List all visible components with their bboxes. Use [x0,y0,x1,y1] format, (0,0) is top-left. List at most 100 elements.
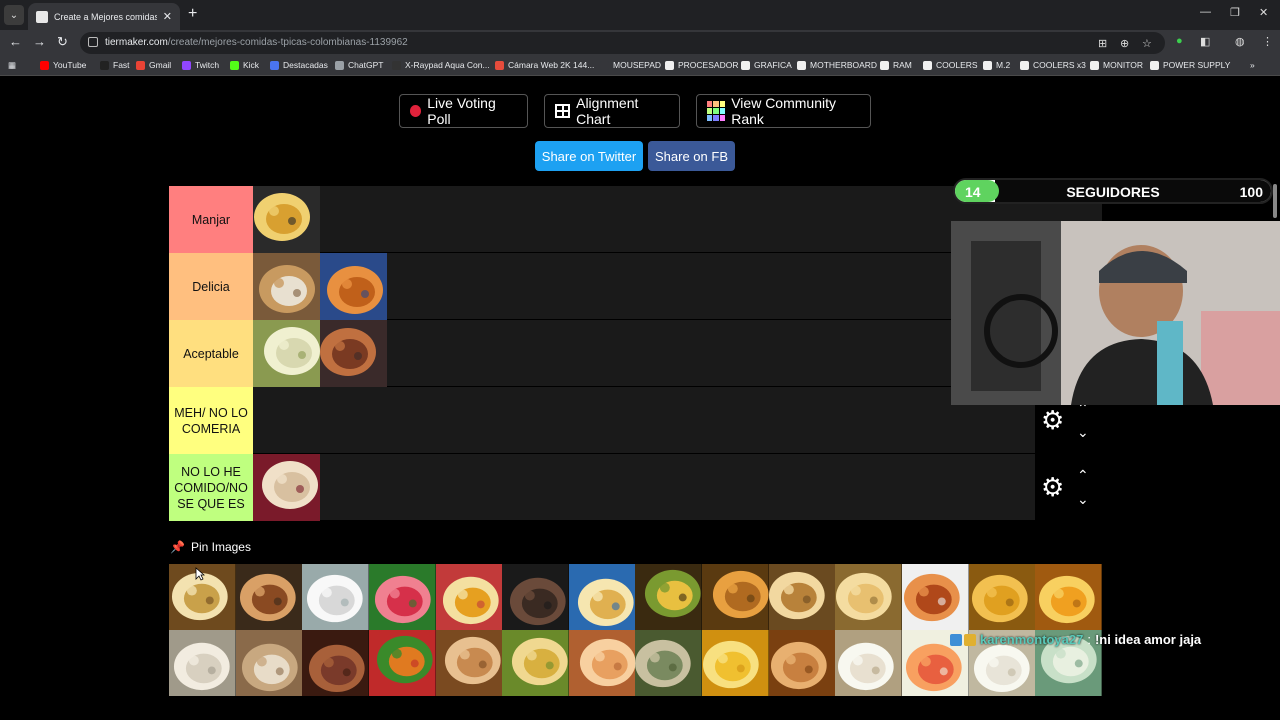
chevron-up-icon[interactable]: ⌃ [1077,468,1089,482]
site-info-icon[interactable] [88,37,98,47]
bookmark-item[interactable]: ChatGPT [335,60,383,70]
extensions-puzzle-icon[interactable]: ◧ [1200,35,1210,48]
badge-icon [950,633,962,646]
address-bar[interactable]: tiermaker.com/create/mejores-comidas-tpi… [80,32,1165,54]
reload-icon[interactable]: ↻ [57,34,68,50]
profile-icon[interactable]: ◍ [1235,35,1245,48]
bookmark-item[interactable]: MONITOR [1090,60,1143,70]
food-image-tamal[interactable] [768,630,836,696]
bookmark-item[interactable]: MOUSEPAD [600,60,661,70]
bookmark-item[interactable]: RAM [880,60,912,70]
food-image-roast-pork[interactable] [320,320,387,387]
view-community-rank-button[interactable]: View Community Rank [696,94,871,128]
bookmark-item[interactable]: YouTube [40,60,86,70]
food-image-sancocho[interactable] [253,320,320,387]
share-fb-button[interactable]: Share on FB [648,141,735,171]
extension-green-icon[interactable]: ● [1176,35,1183,47]
bookmark-label: ChatGPT [348,60,384,70]
food-image-water-glass[interactable] [302,564,369,630]
bookmark-favicon-icon [40,60,49,70]
bookmark-item[interactable]: POWER SUPPLY [1150,60,1230,70]
food-image-milk-drink[interactable] [235,630,303,696]
food-image-fried-snack[interactable] [702,564,769,630]
food-image-juice[interactable] [702,630,769,696]
tier-label[interactable]: NO LO HE COMIDO/NO SE QUE ES [169,454,253,521]
maximize-icon[interactable]: ❐ [1230,6,1240,19]
minimize-icon[interactable]: — [1200,6,1211,18]
bookmark-item[interactable]: COOLERS x3 [1020,60,1086,70]
page-scrollbar-thumb[interactable] [1273,184,1277,218]
food-image-tea[interactable] [901,564,969,630]
pin-images-label: Pin Images [190,540,251,554]
bookmark-label: Fast [113,60,130,70]
food-image-rice[interactable] [502,630,569,696]
bookmark-item[interactable]: GRAFICA [741,60,792,70]
pushpin-icon: 📌 [170,540,185,554]
food-image-bandeja[interactable] [368,630,436,696]
tier-label[interactable]: Aceptable [169,320,253,387]
food-image-soup-bread[interactable] [253,253,320,320]
food-image-pandebono[interactable] [835,564,902,630]
bookmark-item[interactable]: Cámara Web 2K 144... [495,60,594,70]
food-image-lentils[interactable] [302,630,369,696]
browser-tab[interactable]: Create a Mejores comidas típicas ✕ [28,3,180,30]
zoom-icon[interactable]: ⊕ [1120,37,1129,50]
back-arrow-icon[interactable]: ← [9,34,22,50]
menu-kebab-icon[interactable]: ⋮ [1262,35,1273,48]
bookmark-item[interactable]: MOTHERBOARD [797,60,877,70]
chevron-down-icon[interactable]: ⌄ [1077,492,1089,506]
chevron-down-icon[interactable]: ⌄ [1077,425,1089,439]
pin-images-header[interactable]: 📌 Pin Images [170,540,251,554]
tier-label[interactable]: Manjar [169,186,253,253]
food-image-eggs[interactable] [568,630,636,696]
window-close-icon[interactable]: ✕ [1259,6,1268,19]
tier-label[interactable]: MEH/ NO LO COMERIA [169,387,253,454]
bookmark-star-icon[interactable]: ☆ [1142,37,1152,50]
bookmark-item[interactable]: Kick [230,60,259,70]
bookmarks-overflow-icon[interactable]: » [1250,60,1255,70]
share-twitter-button[interactable]: Share on Twitter [535,141,643,171]
food-image-buñuelo[interactable] [968,564,1036,630]
food-image-arepa-white[interactable] [169,630,236,696]
bookmark-item[interactable]: Gmail [136,60,171,70]
browser-tab-bar: ⌄ Create a Mejores comidas típicas ✕ + —… [0,0,1280,30]
alignment-label: Alignment Chart [576,95,639,127]
food-image-mondongo[interactable] [635,630,702,696]
alignment-chart-button[interactable]: Alignment Chart [544,94,680,128]
food-image-empanada-plate[interactable] [568,564,636,630]
bookmark-item[interactable]: Fast [100,60,130,70]
bookmark-item[interactable]: Destacadas [270,60,328,70]
live-voting-poll-button[interactable]: Live Voting Poll [399,94,528,128]
apps-grid-icon[interactable]: ▦ [8,60,16,71]
bookmark-item[interactable]: Twitch [182,60,219,70]
bookmark-favicon-icon [600,60,609,70]
food-image-changua[interactable] [835,630,902,696]
food-image-drink-bottle[interactable] [320,253,387,320]
food-image-roast-meat[interactable] [235,564,303,630]
chat-message-overlay: karenmontoya27 : !ni idea amor jaja [950,632,1201,647]
food-image-buñuelos[interactable] [253,454,320,521]
tab-close-icon[interactable]: ✕ [163,10,172,23]
unranked-image-pool [169,564,1102,696]
bookmark-item[interactable]: M.2 [983,60,1010,70]
food-image-fried-plantain[interactable] [635,564,702,630]
food-image-ants[interactable] [502,564,569,630]
food-image-soup-bowl[interactable] [253,186,320,253]
translate-icon[interactable]: ⊞ [1098,37,1107,50]
bookmark-item[interactable]: PROCESADOR [665,60,738,70]
chat-text: !ni idea amor jaja [1094,632,1202,647]
food-image-fruit-punch[interactable] [368,564,436,630]
food-image-empanadas[interactable] [1035,564,1102,630]
gear-icon[interactable]: ⚙ [1041,474,1064,500]
tier-label[interactable]: Delicia [169,253,253,320]
bookmark-favicon-icon [665,60,674,70]
bookmark-item[interactable]: X-Raypad Aqua Con... [392,60,490,70]
gear-icon[interactable]: ⚙ [1041,407,1064,433]
bookmark-item[interactable]: COOLERS [923,60,978,70]
food-image-arepa[interactable] [768,564,836,630]
food-image-fruit-cup[interactable] [435,564,503,630]
tab-list-chevron-icon[interactable]: ⌄ [4,5,24,25]
forward-arrow-icon[interactable]: → [33,34,46,50]
food-image-rosquillas[interactable] [435,630,503,696]
new-tab-plus-icon[interactable]: + [188,5,197,23]
